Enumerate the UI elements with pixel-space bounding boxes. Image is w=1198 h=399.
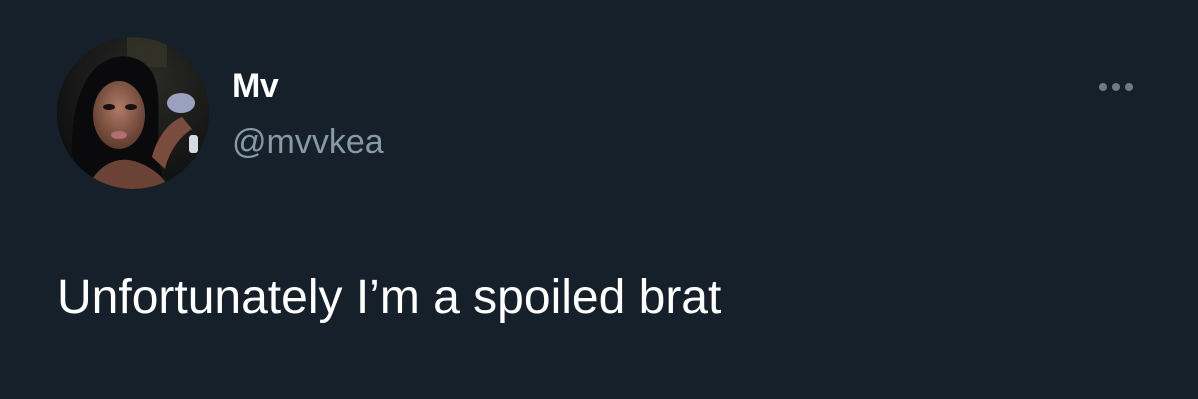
tweet-text: Unfortunately I’m a spoiled brat bbox=[57, 271, 722, 324]
more-options-button[interactable] bbox=[1090, 72, 1142, 102]
display-name[interactable]: Mv bbox=[232, 66, 279, 106]
more-horizontal-icon-dot bbox=[1112, 83, 1120, 91]
profile-photo bbox=[57, 37, 209, 189]
more-horizontal-icon-dot bbox=[1125, 83, 1133, 91]
avatar[interactable] bbox=[57, 37, 209, 189]
cropped-previous-text bbox=[150, 0, 470, 6]
more-horizontal-icon bbox=[1099, 83, 1107, 91]
user-handle[interactable]: @mvvkea bbox=[232, 122, 384, 162]
tweet-card: Mv @mvvkea Unfortunately I’m a spoiled b… bbox=[0, 0, 1198, 399]
